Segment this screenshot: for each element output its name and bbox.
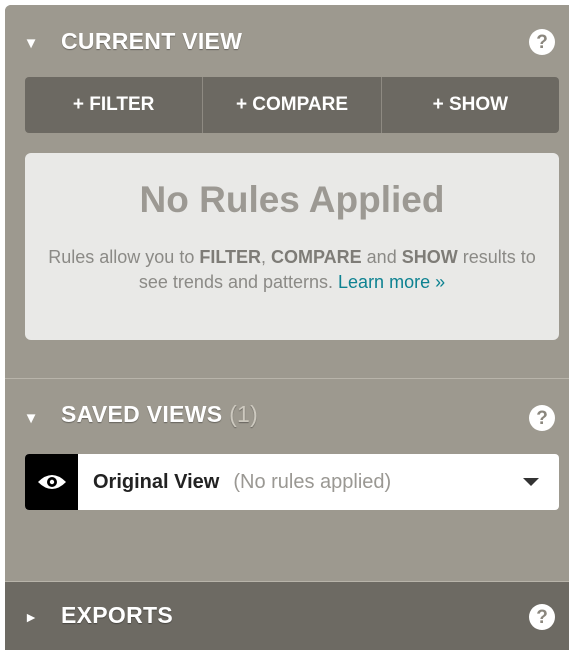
current-view-title: CURRENT VIEW <box>61 28 243 54</box>
add-filter-button[interactable]: + FILTER <box>25 77 204 133</box>
collapse-caret-icon[interactable]: ▼ <box>23 36 39 52</box>
saved-view-item[interactable]: Original View (No rules applied) <box>25 454 559 510</box>
view-note: (No rules applied) <box>233 471 392 493</box>
show-keyword: SHOW <box>401 247 458 267</box>
add-show-button[interactable]: + SHOW <box>382 77 559 133</box>
compare-keyword: COMPARE <box>271 247 362 267</box>
exports-title: EXPORTS <box>61 602 174 628</box>
view-panel: ▼ CURRENT VIEW ? + FILTER + COMPARE + SH… <box>5 5 569 650</box>
saved-views-section: ▼ SAVED VIEWS (1) ? Original View (No ru… <box>5 378 569 581</box>
rule-buttons-bar: + FILTER + COMPARE + SHOW <box>25 77 559 133</box>
chevron-down-icon[interactable] <box>523 478 539 486</box>
no-rules-title: No Rules Applied <box>139 179 445 220</box>
eye-icon[interactable] <box>25 454 78 510</box>
current-view-section: ▼ CURRENT VIEW ? + FILTER + COMPARE + SH… <box>5 5 569 378</box>
view-name: Original View <box>93 471 220 493</box>
description-text: , <box>260 247 271 267</box>
saved-views-label: SAVED VIEWS <box>61 401 223 427</box>
filter-keyword: FILTER <box>199 247 261 267</box>
learn-more-link[interactable]: Learn more » <box>338 272 445 292</box>
no-rules-box: No Rules Applied Rules allow you to FILT… <box>25 153 559 340</box>
saved-views-title: SAVED VIEWS (1) <box>61 401 258 428</box>
help-icon[interactable]: ? <box>529 405 555 431</box>
exports-header[interactable]: ► EXPORTS ? <box>5 582 569 650</box>
help-icon[interactable]: ? <box>529 29 555 55</box>
current-view-header[interactable]: ▼ CURRENT VIEW ? <box>5 5 569 77</box>
saved-views-header[interactable]: ▼ SAVED VIEWS (1) ? <box>5 379 569 451</box>
no-rules-description: Rules allow you to FILTER, COMPARE and S… <box>47 245 537 295</box>
help-icon[interactable]: ? <box>529 604 555 630</box>
saved-views-count: (1) <box>229 401 259 427</box>
exports-section: ► EXPORTS ? <box>5 581 569 650</box>
collapse-caret-icon[interactable]: ▼ <box>23 411 39 427</box>
description-text: Rules allow you to <box>48 247 200 267</box>
description-text: and <box>361 247 402 267</box>
expand-caret-icon[interactable]: ► <box>23 609 39 625</box>
add-compare-button[interactable]: + COMPARE <box>203 77 382 133</box>
